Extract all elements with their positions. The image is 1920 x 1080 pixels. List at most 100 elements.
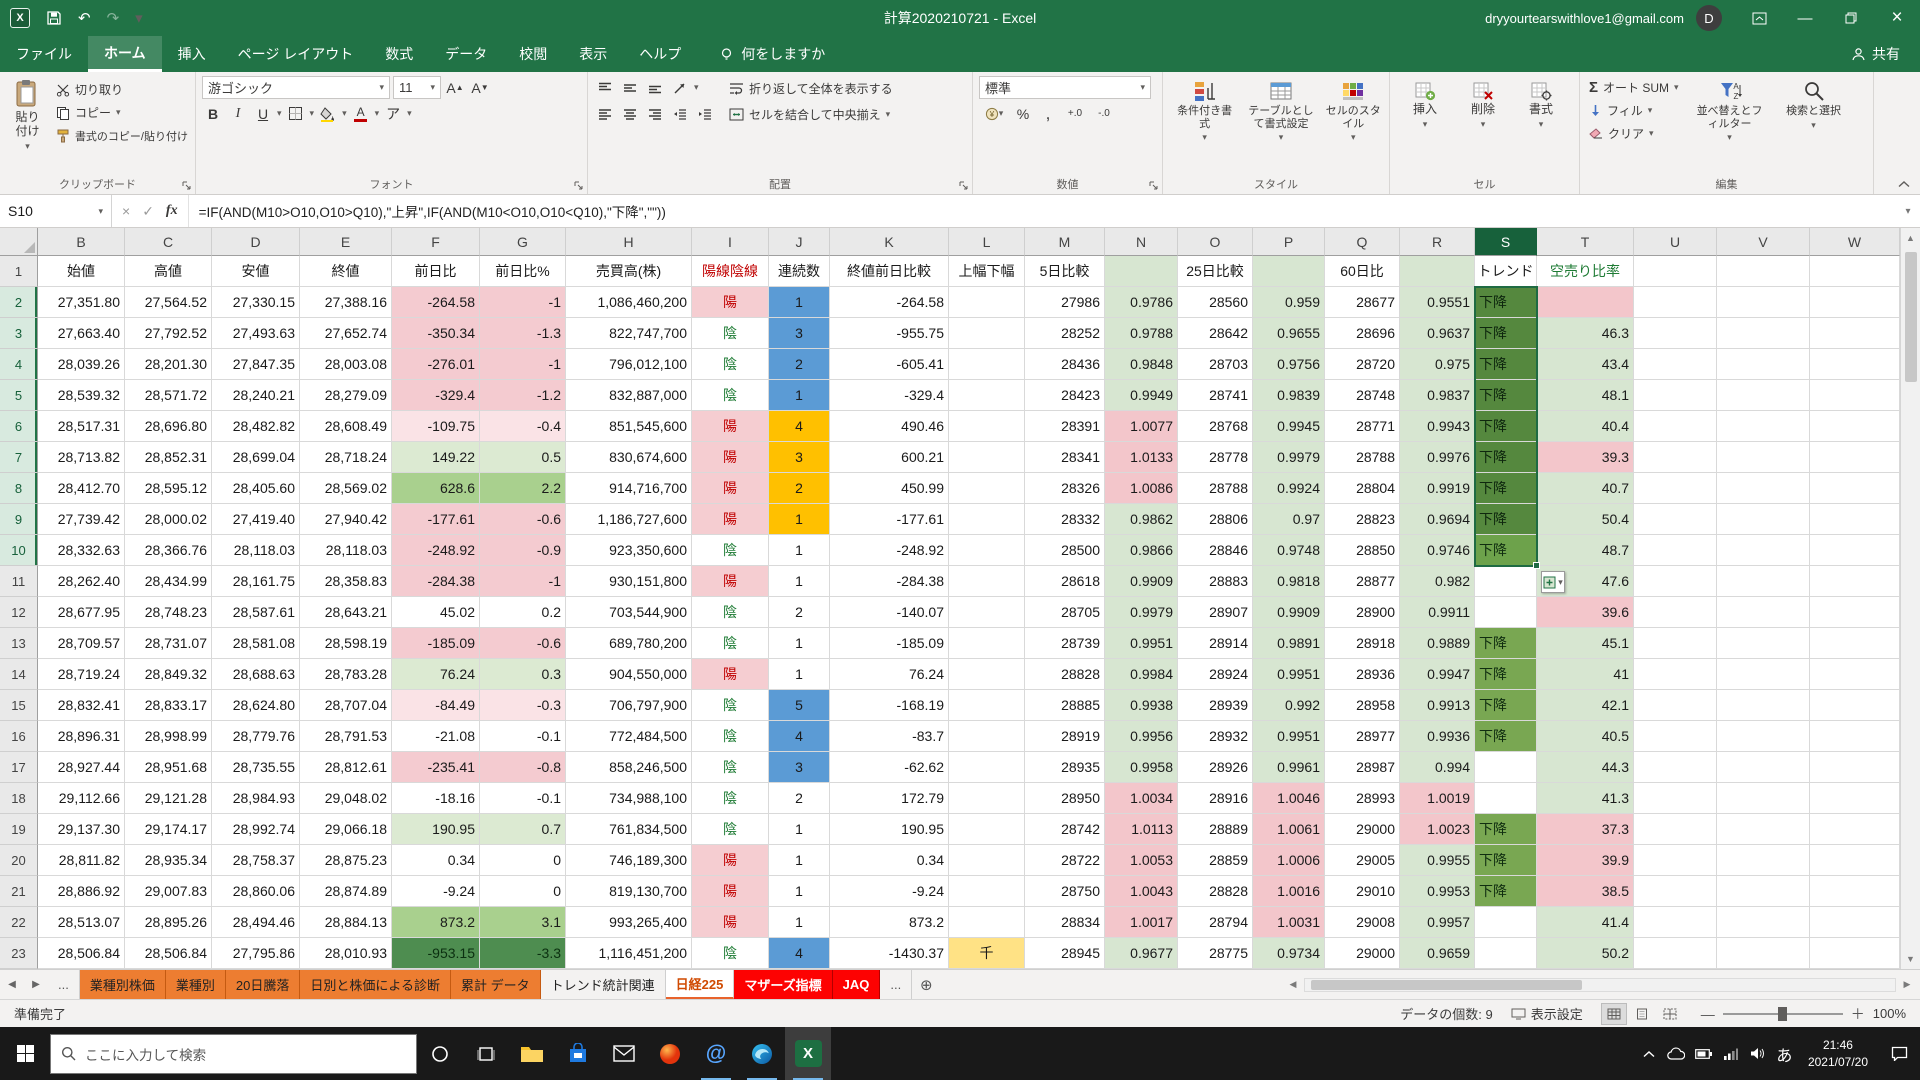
borders-button[interactable]: [285, 102, 307, 125]
cell-T16[interactable]: 40.5: [1537, 721, 1634, 752]
cell-K20[interactable]: 0.34: [830, 845, 949, 876]
cell-S4[interactable]: 下降: [1475, 349, 1537, 380]
comma-style-button[interactable]: ,: [1037, 102, 1059, 125]
cell-N7[interactable]: 1.0133: [1105, 442, 1178, 473]
cell-E4[interactable]: 28,003.08: [300, 349, 392, 380]
cell-J4[interactable]: 2: [769, 349, 830, 380]
cell-O5[interactable]: 28741: [1178, 380, 1253, 411]
restore-button[interactable]: [1828, 0, 1874, 36]
cell-H16[interactable]: 772,484,500: [566, 721, 692, 752]
cell-D4[interactable]: 27,847.35: [212, 349, 300, 380]
cell-S1[interactable]: トレンド: [1475, 256, 1537, 287]
cell-E19[interactable]: 29,066.18: [300, 814, 392, 845]
cell-D14[interactable]: 28,688.63: [212, 659, 300, 690]
cell-N16[interactable]: 0.9956: [1105, 721, 1178, 752]
cell-W13[interactable]: [1810, 628, 1900, 659]
cell-Q22[interactable]: 29008: [1325, 907, 1400, 938]
scroll-left-button[interactable]: ◀: [1284, 977, 1302, 993]
cell-K2[interactable]: -264.58: [830, 287, 949, 318]
column-header-B[interactable]: B: [38, 228, 125, 256]
cell-M2[interactable]: 27986: [1025, 287, 1105, 318]
tab-page-layout[interactable]: ページ レイアウト: [222, 36, 370, 72]
cell-O4[interactable]: 28703: [1178, 349, 1253, 380]
cell-M23[interactable]: 28945: [1025, 938, 1105, 969]
cell-I17[interactable]: 陰: [692, 752, 769, 783]
cell-M18[interactable]: 28950: [1025, 783, 1105, 814]
cell-V23[interactable]: [1717, 938, 1810, 969]
cell-H9[interactable]: 1,186,727,600: [566, 504, 692, 535]
tab-data[interactable]: データ: [429, 36, 503, 72]
cell-U6[interactable]: [1634, 411, 1717, 442]
cell-U7[interactable]: [1634, 442, 1717, 473]
cell-D18[interactable]: 28,984.93: [212, 783, 300, 814]
cell-M21[interactable]: 28750: [1025, 876, 1105, 907]
cell-F14[interactable]: 76.24: [392, 659, 480, 690]
cell-G22[interactable]: 3.1: [480, 907, 566, 938]
phonetic-guide-button[interactable]: ア: [382, 102, 404, 125]
insert-function-button[interactable]: fx: [166, 203, 178, 219]
cell-B3[interactable]: 27,663.40: [38, 318, 125, 349]
cell-K4[interactable]: -605.41: [830, 349, 949, 380]
font-color-button[interactable]: A: [350, 102, 372, 125]
cell-R5[interactable]: 0.9837: [1400, 380, 1475, 411]
cell-J1[interactable]: 連続数: [769, 256, 830, 287]
cell-J22[interactable]: 1: [769, 907, 830, 938]
percent-style-button[interactable]: %: [1012, 102, 1034, 125]
taskbar-search-input[interactable]: ここに入力して検索: [50, 1034, 417, 1074]
cell-R20[interactable]: 0.9955: [1400, 845, 1475, 876]
ime-mode-indicator[interactable]: あ: [1771, 1027, 1798, 1080]
cell-W11[interactable]: [1810, 566, 1900, 597]
cell-S8[interactable]: 下降: [1475, 473, 1537, 504]
cell-O17[interactable]: 28926: [1178, 752, 1253, 783]
cell-U21[interactable]: [1634, 876, 1717, 907]
column-header-L[interactable]: L: [949, 228, 1025, 256]
cell-L7[interactable]: [949, 442, 1025, 473]
cell-T21[interactable]: 38.5: [1537, 876, 1634, 907]
cell-K14[interactable]: 76.24: [830, 659, 949, 690]
cell-M3[interactable]: 28252: [1025, 318, 1105, 349]
cell-O1[interactable]: 25日比較: [1178, 256, 1253, 287]
cell-M8[interactable]: 28326: [1025, 473, 1105, 504]
cell-O2[interactable]: 28560: [1178, 287, 1253, 318]
cell-F11[interactable]: -284.38: [392, 566, 480, 597]
cell-U2[interactable]: [1634, 287, 1717, 318]
cell-G7[interactable]: 0.5: [480, 442, 566, 473]
cell-Q21[interactable]: 29010: [1325, 876, 1400, 907]
cell-J6[interactable]: 4: [769, 411, 830, 442]
cell-B17[interactable]: 28,927.44: [38, 752, 125, 783]
cell-U15[interactable]: [1634, 690, 1717, 721]
cell-G11[interactable]: -1: [480, 566, 566, 597]
cell-K7[interactable]: 600.21: [830, 442, 949, 473]
cell-F21[interactable]: -9.24: [392, 876, 480, 907]
cell-T18[interactable]: 41.3: [1537, 783, 1634, 814]
cell-T9[interactable]: 50.4: [1537, 504, 1634, 535]
cell-N20[interactable]: 1.0053: [1105, 845, 1178, 876]
row-header-7[interactable]: 7: [0, 442, 38, 473]
cell-E20[interactable]: 28,875.23: [300, 845, 392, 876]
cortana-button[interactable]: [417, 1027, 463, 1080]
cell-R18[interactable]: 1.0019: [1400, 783, 1475, 814]
cell-B6[interactable]: 28,517.31: [38, 411, 125, 442]
cell-Q6[interactable]: 28771: [1325, 411, 1400, 442]
cell-V6[interactable]: [1717, 411, 1810, 442]
clear-button[interactable]: クリア ▾: [1586, 122, 1682, 145]
sheet-tab-hibetsu-shindan[interactable]: 日別と株価による診断: [300, 970, 451, 999]
cell-H19[interactable]: 761,834,500: [566, 814, 692, 845]
cell-B2[interactable]: 27,351.80: [38, 287, 125, 318]
tab-view[interactable]: 表示: [563, 36, 623, 72]
cell-M7[interactable]: 28341: [1025, 442, 1105, 473]
row-header-9[interactable]: 9: [0, 504, 38, 535]
cell-I23[interactable]: 陰: [692, 938, 769, 969]
auto-fill-dropdown-arrow-icon[interactable]: ▾: [1558, 577, 1563, 588]
sheet-nav-next-button[interactable]: ▶: [24, 970, 48, 999]
sheet-tab-20nichi-toraku[interactable]: 20日騰落: [226, 970, 300, 999]
cell-L15[interactable]: [949, 690, 1025, 721]
sheet-tab-mothers-shihyo[interactable]: マザーズ指標: [734, 970, 832, 999]
paste-dropdown-arrow-icon[interactable]: ▾: [25, 141, 30, 151]
cancel-entry-button[interactable]: ×: [122, 203, 130, 219]
cell-G20[interactable]: 0: [480, 845, 566, 876]
new-sheet-button[interactable]: ⊕: [912, 970, 940, 999]
cell-W4[interactable]: [1810, 349, 1900, 380]
cell-F2[interactable]: -264.58: [392, 287, 480, 318]
cell-P19[interactable]: 1.0061: [1253, 814, 1325, 845]
